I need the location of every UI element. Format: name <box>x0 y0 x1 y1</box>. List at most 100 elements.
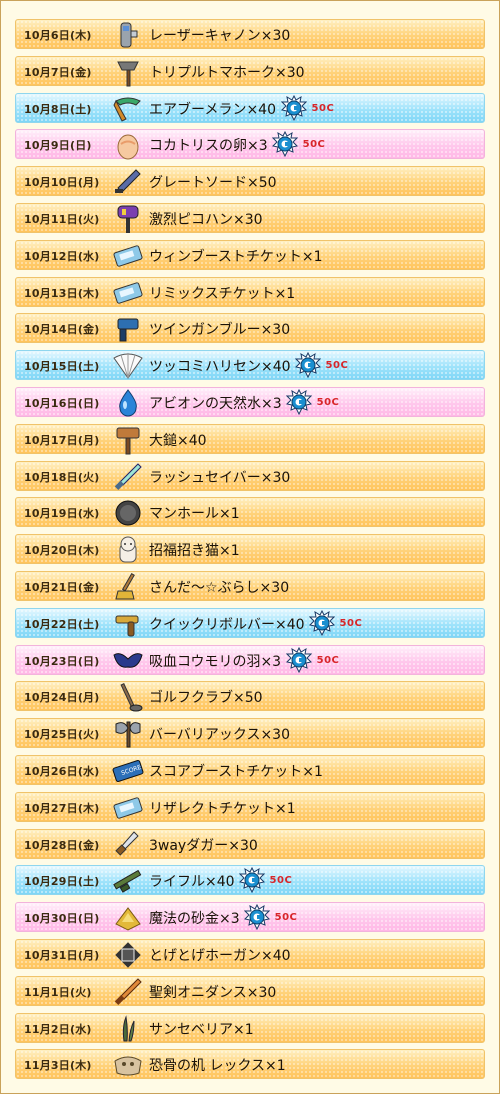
date-label: 10月18日(火) <box>24 470 100 484</box>
paper-fan-icon <box>112 350 144 382</box>
coin-icon <box>308 609 335 636</box>
date-label: 11月3日(木) <box>24 1059 92 1073</box>
date-label: 10月10日(月) <box>24 176 100 190</box>
price-label: 50C <box>311 102 335 114</box>
item-name: ツインガンブルー×30 <box>149 322 291 339</box>
list-item: 10月28日(金) 3wayダガー×30 <box>15 828 485 859</box>
date-label: 10月23日(日) <box>24 654 100 668</box>
list-item: 10月12日(水) ウィンブーストチケット×1 <box>15 239 485 272</box>
item-name: リザレクトチケット×1 <box>149 800 296 817</box>
list-item: 10月8日(土) エアブーメラン×40 50C <box>15 92 485 125</box>
item-name: 聖剣オニダンス×30 <box>149 984 277 1001</box>
item-name: ラッシュセイバー×30 <box>149 469 291 486</box>
calendar-frame: 10月6日(木) レーザーキャノン×30 10月7日(金) トリプルトマホーク×30 1… <box>0 0 500 1094</box>
great-sword-icon <box>112 166 144 198</box>
coin-icon <box>294 352 321 379</box>
item-name: リミックスチケット×1 <box>149 285 296 302</box>
item-name: グレートソード×50 <box>149 175 277 192</box>
date-label: 10月11日(火) <box>24 212 100 226</box>
boomerang-icon <box>112 93 144 125</box>
item-name: エアブーメラン×40 <box>149 101 276 118</box>
coin-icon <box>238 867 265 894</box>
price-label: 50C <box>302 139 326 151</box>
daily-item-list: 10月6日(木) レーザーキャノン×30 10月7日(金) トリプルトマホーク×30 1… <box>15 19 485 1086</box>
date-label: 10月29日(土) <box>24 875 100 889</box>
item-name: マンホール×1 <box>149 506 240 523</box>
date-label: 10月17日(月) <box>24 433 100 447</box>
coin-icon <box>285 388 312 415</box>
date-label: 10月20日(木) <box>24 544 100 558</box>
twin-gun-icon <box>112 313 144 345</box>
list-item: 11月1日(火) 聖剣オニダンス×30 <box>15 975 485 1008</box>
date-label: 10月21日(金) <box>24 580 100 594</box>
price-label: 50C <box>325 360 349 372</box>
ticket-icon <box>112 240 144 272</box>
water-drop-icon <box>112 387 144 419</box>
list-item: 10月19日(水) マンホール×1 <box>15 497 485 529</box>
price-label: 50C <box>339 617 363 629</box>
ticket-icon <box>112 277 144 309</box>
list-item: 10月24日(月) ゴルフクラブ×50 <box>15 681 485 712</box>
coin-icon <box>280 94 307 121</box>
list-item: 10月16日(日) アビオンの天然水×3 50C <box>15 386 485 419</box>
list-item: 10月22日(土) クイックリボルバー×40 50C <box>15 607 485 640</box>
item-name: 大鎚×40 <box>149 432 207 449</box>
list-item: 10月20日(木) 招福招き猫×1 <box>15 534 485 565</box>
list-item: 10月27日(木) リザレクトチケット×1 <box>15 791 485 822</box>
date-label: 10月30日(日) <box>24 912 100 926</box>
list-item: 10月31日(月) とげとげホーガン×40 <box>15 938 485 971</box>
item-name: アビオンの天然水×3 <box>149 395 282 412</box>
list-item: 10月15日(土) ツッコミハリセン×40 50C <box>15 350 485 382</box>
bone-desk-icon <box>112 1049 144 1081</box>
date-label: 10月28日(金) <box>24 838 100 852</box>
plant-icon <box>112 1013 144 1045</box>
item-name: ツッコミハリセン×40 <box>149 359 291 376</box>
coin-icon <box>271 131 298 158</box>
date-label: 10月9日(日) <box>24 139 92 153</box>
mallet-icon <box>112 424 144 456</box>
list-item: 10月25日(火) バーバリアックス×30 <box>15 718 485 749</box>
saber-icon <box>112 461 144 493</box>
rifle-icon <box>112 865 144 897</box>
brush-icon <box>112 571 144 603</box>
date-label: 10月6日(木) <box>24 29 92 42</box>
item-name: 招福招き猫×1 <box>149 543 240 560</box>
item-name: 魔法の砂金×3 <box>149 911 240 928</box>
date-label: 10月19日(水) <box>24 507 100 521</box>
coin-icon <box>243 904 270 931</box>
price-label: 50C <box>316 654 340 666</box>
date-label: 11月2日(水) <box>24 1022 92 1036</box>
list-item: 10月6日(木) レーザーキャノン×30 <box>15 19 485 49</box>
item-name: サンセベリア×1 <box>149 1021 254 1038</box>
list-item: 10月13日(木) リミックスチケット×1 <box>15 276 485 309</box>
list-item: 10月17日(月) 大鎚×40 <box>15 423 485 456</box>
spiked-ball-icon <box>112 939 144 971</box>
date-label: 10月24日(月) <box>24 691 100 705</box>
date-label: 10月25日(火) <box>24 728 100 742</box>
bat-wing-icon <box>112 645 144 677</box>
list-item: 10月29日(土) ライフル×40 50C <box>15 865 485 897</box>
date-label: 10月8日(土) <box>24 102 92 116</box>
item-name: ゴルフクラブ×50 <box>149 690 263 707</box>
manhole-icon <box>112 497 144 529</box>
list-item: 10月11日(火) 激烈ピコハン×30 <box>15 202 485 233</box>
date-label: 10月7日(金) <box>24 65 92 79</box>
list-item: 11月2日(水) サンセベリア×1 <box>15 1012 485 1045</box>
revolver-icon <box>112 608 144 640</box>
date-label: 10月12日(水) <box>24 249 100 263</box>
score-ticket-icon: SCORE <box>112 755 144 787</box>
date-label: 11月1日(火) <box>24 985 92 999</box>
price-label: 50C <box>316 396 340 408</box>
item-name: ウィンブーストチケット×1 <box>149 248 323 265</box>
list-item: 10月26日(水) SCORE スコアブーストチケット×1 <box>15 754 485 787</box>
holy-sword-icon <box>112 976 144 1008</box>
item-name: トリプルトマホーク×30 <box>149 64 305 81</box>
list-item: 10月14日(金) ツインガンブルー×30 <box>15 313 485 345</box>
date-label: 10月27日(木) <box>24 801 100 815</box>
date-label: 10月15日(土) <box>24 360 100 374</box>
laser-cannon-icon <box>112 19 144 51</box>
item-name: 恐骨の机 レックス×1 <box>149 1058 286 1075</box>
list-item: 10月7日(金) トリプルトマホーク×30 <box>15 55 485 87</box>
list-item: 10月18日(火) ラッシュセイバー×30 <box>15 460 485 493</box>
list-item: 10月21日(金) さんだ～☆ぶらし×30 <box>15 570 485 603</box>
